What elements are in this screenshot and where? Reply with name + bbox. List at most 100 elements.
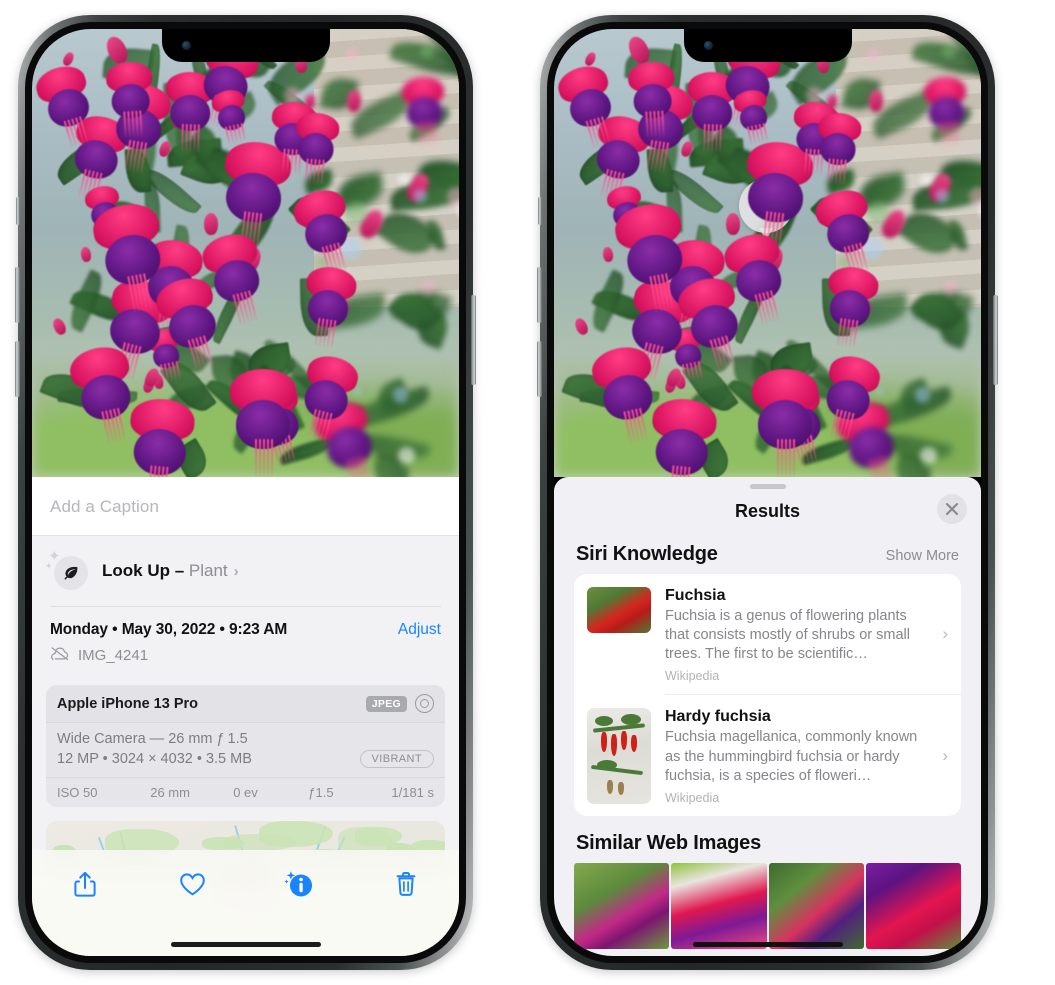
leaf-icon — [54, 556, 88, 590]
capture-date: Monday • May 30, 2022 • 9:23 AM — [50, 621, 288, 638]
screenshot-root: Add a Caption ✦ ✦ Look Up – Plant › Mond… — [0, 0, 1055, 985]
photo-flower-bud — [50, 316, 68, 338]
iphone-right-device: Results Siri Knowledge Show More Fuchsia… — [537, 15, 998, 970]
volume-down-button[interactable] — [537, 341, 542, 397]
photo-bokeh — [345, 48, 358, 61]
look-up-prefix: Look Up – — [102, 561, 189, 580]
photo-bokeh — [914, 387, 930, 403]
similar-image-4[interactable] — [865, 862, 961, 949]
flower-stamen — [781, 439, 784, 477]
knowledge-description: Fuchsia is a genus of flowering plants t… — [665, 608, 910, 663]
show-more-button[interactable]: Show More — [886, 548, 959, 564]
icloud-slash-icon — [50, 646, 70, 665]
volume-down-button[interactable] — [15, 341, 20, 397]
photo-fuchsia-flower — [746, 369, 824, 477]
exif-row: ISO 50 26 mm 0 ev ƒ1.5 1/181 s — [46, 777, 445, 807]
format-badge: JPEG — [365, 695, 407, 712]
similar-web-images-title: Similar Web Images — [576, 831, 761, 854]
photo-bokeh — [942, 280, 958, 296]
siri-knowledge-title: Siri Knowledge — [576, 543, 718, 565]
aperture-icon[interactable] — [415, 694, 434, 713]
flower-stamen — [263, 439, 266, 477]
favorite-button[interactable] — [170, 864, 214, 904]
share-button[interactable] — [63, 864, 107, 904]
photo-viewer[interactable] — [32, 29, 459, 477]
camera-device-name: Apple iPhone 13 Pro — [57, 695, 198, 712]
photo-flower-bud — [572, 316, 590, 338]
chevron-right-icon: › — [233, 563, 239, 580]
home-indicator[interactable] — [692, 942, 843, 947]
knowledge-item-fuchsia[interactable]: Fuchsia Fuchsia is a genus of flowering … — [574, 574, 961, 694]
camera-info-card[interactable]: Apple iPhone 13 Pro JPEG Wide Camera — 2… — [46, 685, 445, 807]
sparkle-small-icon: ✦ — [45, 561, 53, 571]
knowledge-card-list: Fuchsia Fuchsia is a genus of flowering … — [574, 574, 961, 816]
flower-stamen — [789, 439, 792, 477]
lens-info: Wide Camera — 26 mm ƒ 1.5 — [57, 731, 248, 747]
map-green-area — [258, 821, 333, 848]
chevron-right-icon: › — [942, 624, 948, 644]
front-camera — [181, 41, 191, 50]
photo-bokeh — [867, 48, 880, 61]
look-up-row[interactable]: ✦ ✦ Look Up – Plant › — [32, 536, 459, 606]
exif-shutter: 1/181 s — [391, 785, 435, 800]
flower-corolla — [405, 96, 444, 131]
photo-bokeh — [420, 280, 436, 296]
knowledge-item-hardy-fuchsia[interactable]: Hardy fuchsia Fuchsia magellanica, commo… — [574, 695, 961, 815]
silent-switch[interactable] — [538, 197, 542, 225]
flower-stamen — [785, 439, 788, 477]
results-title: Results — [734, 500, 801, 521]
similar-image-2[interactable] — [671, 862, 767, 949]
photo-fuchsia-flower — [101, 60, 161, 154]
camera-badges: JPEG — [365, 694, 434, 713]
power-button[interactable] — [471, 295, 476, 385]
info-button[interactable] — [277, 864, 321, 904]
similar-image-3[interactable] — [768, 862, 864, 949]
photo-fuchsia-flower — [809, 111, 867, 200]
close-button[interactable] — [937, 494, 967, 524]
exif-aperture: ƒ1.5 — [308, 785, 334, 800]
flower-stamen — [793, 439, 796, 477]
volume-up-button[interactable] — [15, 267, 20, 323]
exif-iso: ISO 50 — [57, 785, 98, 800]
volume-up-button[interactable] — [537, 267, 542, 323]
knowledge-text: Hardy fuchsia Fuchsia magellanica, commo… — [665, 708, 949, 804]
caption-field[interactable]: Add a Caption — [32, 477, 459, 536]
delete-button[interactable] — [384, 864, 428, 904]
photo-fuchsia-flower — [813, 263, 884, 367]
knowledge-text: Fuchsia Fuchsia is a genus of flowering … — [665, 587, 949, 683]
device-notch — [683, 29, 852, 62]
similar-image-1[interactable] — [574, 862, 670, 949]
flower-stamen — [255, 439, 258, 477]
filename-row: IMG_4241 — [50, 646, 287, 665]
knowledge-description: Fuchsia magellanica, commonly known as t… — [665, 729, 918, 784]
caption-placeholder: Add a Caption — [50, 497, 160, 516]
adjust-button[interactable]: Adjust — [398, 621, 441, 639]
photo-fuchsia-flower — [397, 75, 453, 163]
photo-viewer[interactable] — [554, 29, 981, 477]
photo-fuchsia-flower — [287, 111, 345, 200]
look-up-subject: Plant — [188, 561, 228, 580]
knowledge-thumbnail — [587, 587, 651, 633]
chevron-right-icon: › — [942, 745, 948, 765]
device-notch — [161, 29, 330, 62]
left-screen: Add a Caption ✦ ✦ Look Up – Plant › Mond… — [32, 29, 459, 956]
iphone-left-device: Add a Caption ✦ ✦ Look Up – Plant › Mond… — [15, 15, 476, 970]
filename-text: IMG_4241 — [78, 647, 149, 664]
photographic-style-badge: VIBRANT — [359, 750, 434, 768]
home-indicator[interactable] — [170, 942, 321, 947]
silent-switch[interactable] — [16, 197, 20, 225]
knowledge-source: Wikipedia — [665, 790, 720, 805]
photo-fuchsia-flower — [554, 60, 634, 170]
flower-stamen — [777, 439, 780, 477]
knowledge-title: Fuchsia — [665, 587, 726, 604]
knowledge-title: Hardy fuchsia — [665, 708, 771, 726]
similar-images-strip[interactable] — [554, 862, 981, 949]
photo-bokeh — [420, 45, 434, 59]
results-sheet: Results Siri Knowledge Show More Fuchsia… — [554, 477, 981, 956]
flower-stamen — [955, 121, 959, 147]
photo-bokeh — [392, 387, 408, 403]
power-button[interactable] — [993, 295, 998, 385]
photo-toolbar — [32, 850, 459, 956]
siri-knowledge-header: Siri Knowledge Show More — [554, 533, 981, 574]
photo-fuchsia-flower — [291, 263, 362, 367]
